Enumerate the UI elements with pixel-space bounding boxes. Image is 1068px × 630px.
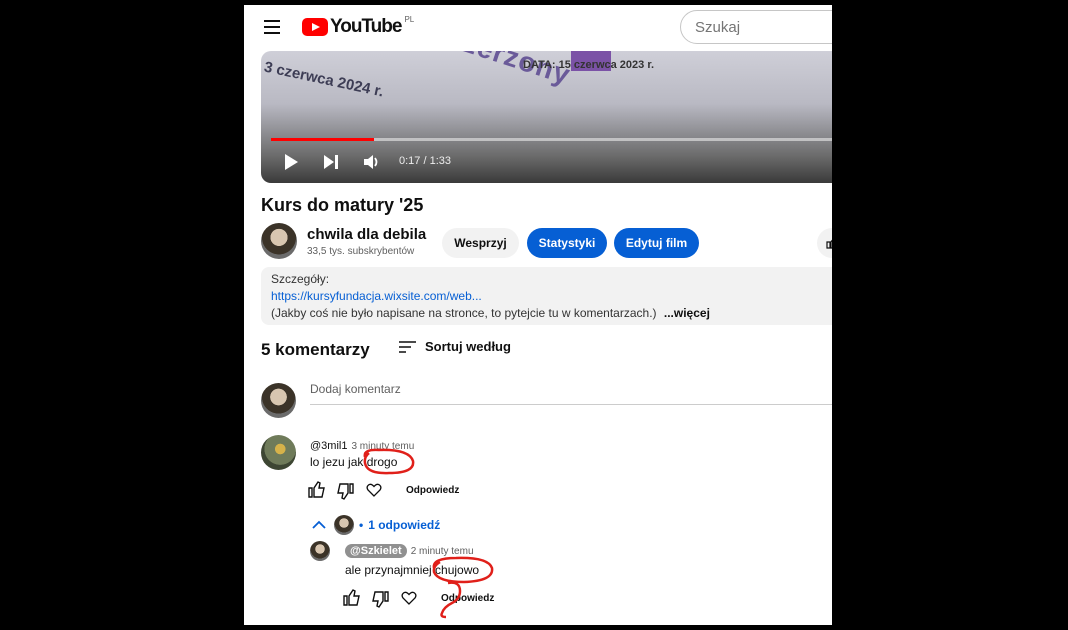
reply-button[interactable]: Odpowiedz bbox=[406, 485, 459, 496]
statistics-button[interactable]: Statystyki bbox=[527, 228, 607, 258]
youtube-play-icon bbox=[302, 18, 328, 36]
sort-icon bbox=[399, 340, 416, 353]
edit-video-button[interactable]: Edytuj film bbox=[614, 228, 699, 258]
search-input[interactable] bbox=[680, 10, 832, 44]
progress-bar[interactable] bbox=[271, 138, 832, 141]
logo-text: YouTube bbox=[330, 16, 402, 37]
description-box[interactable]: Szczegóły: https://kursyfundacja.wixsite… bbox=[261, 267, 832, 325]
video-title: Kurs do matury '25 bbox=[261, 195, 424, 215]
country-code: PL bbox=[404, 14, 415, 24]
video-player[interactable]: zerzony 3 czerwca 2024 r. DATA: 15 czerw… bbox=[261, 51, 832, 183]
channel-avatar[interactable] bbox=[261, 223, 297, 259]
reply-avatar-small bbox=[334, 515, 354, 535]
reply-author[interactable]: @Szkielet bbox=[345, 544, 407, 558]
menu-icon[interactable] bbox=[264, 20, 280, 34]
more-link[interactable]: ...więcej bbox=[664, 306, 710, 320]
heart-icon[interactable] bbox=[401, 591, 417, 605]
add-comment-input[interactable]: Dodaj komentarz bbox=[310, 382, 832, 405]
like-button[interactable] bbox=[817, 228, 832, 258]
youtube-logo[interactable]: YouTube PL bbox=[302, 14, 415, 38]
play-icon[interactable] bbox=[283, 153, 299, 171]
description-label: Szczegóły: bbox=[271, 272, 330, 286]
sort-label: Sortuj według bbox=[425, 339, 511, 354]
reply-author-avatar[interactable] bbox=[310, 541, 330, 561]
next-icon[interactable] bbox=[323, 153, 339, 171]
youtube-window: YouTube PL zerzony 3 czerwca 2024 r. DAT… bbox=[244, 5, 832, 625]
subscriber-count: 33,5 tys. subskrybentów bbox=[307, 246, 415, 257]
description-text: (Jakby coś nie było napisane na stronce,… bbox=[271, 306, 657, 320]
comment-author[interactable]: @3mil1 bbox=[310, 440, 347, 452]
chevron-up-icon bbox=[312, 520, 326, 529]
overlay-text: DATA: 15 czerwca 2023 r. bbox=[523, 59, 655, 71]
support-button[interactable]: Wesprzyj bbox=[442, 228, 519, 258]
sort-button[interactable]: Sortuj według bbox=[399, 339, 511, 354]
red-annotation-circle bbox=[363, 448, 415, 475]
description-link[interactable]: https://kursyfundacja.wixsite.com/web... bbox=[271, 289, 482, 303]
red-annotation-circle bbox=[440, 581, 462, 619]
heart-icon[interactable] bbox=[366, 483, 382, 497]
commenter-avatar[interactable] bbox=[261, 435, 296, 470]
replies-count: 1 odpowiedź bbox=[368, 518, 441, 532]
time-display: 0:17 / 1:33 bbox=[399, 155, 451, 167]
comment-count: 5 komentarzy bbox=[261, 340, 370, 359]
thumbs-down-icon[interactable] bbox=[336, 482, 354, 500]
thumbs-up-icon[interactable] bbox=[343, 589, 361, 607]
channel-name[interactable]: chwila dla debila bbox=[307, 226, 426, 243]
thumbs-up-icon bbox=[826, 239, 832, 249]
replies-toggle[interactable]: • 1 odpowiedź bbox=[312, 515, 440, 535]
dot-separator: • bbox=[359, 518, 364, 532]
overlay-text: 3 czerwca 2024 r. bbox=[262, 58, 386, 101]
thumbs-down-icon[interactable] bbox=[371, 590, 389, 608]
user-avatar bbox=[261, 383, 296, 418]
volume-icon[interactable] bbox=[363, 153, 381, 171]
thumbs-up-icon[interactable] bbox=[308, 481, 326, 499]
overlay-text: zerzony bbox=[459, 51, 575, 91]
progress-fill bbox=[271, 138, 374, 141]
